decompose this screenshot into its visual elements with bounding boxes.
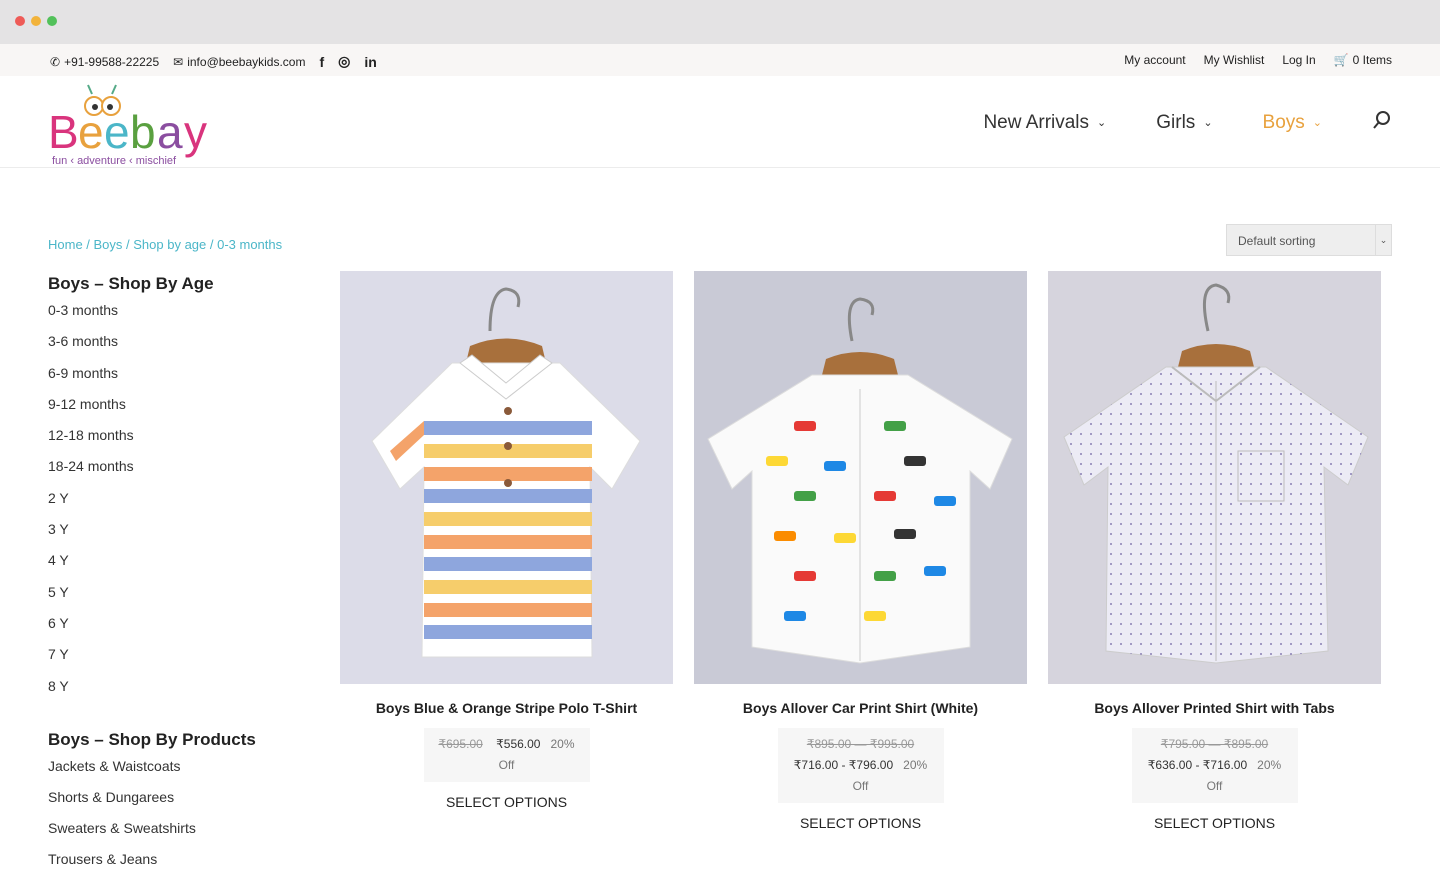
chevron-down-icon: ⌄	[1312, 116, 1322, 129]
sidebar-products: Boys – Shop By Products Jackets & Waistc…	[48, 730, 308, 880]
product-name[interactable]: Boys Allover Printed Shirt with Tabs	[1048, 700, 1381, 716]
discount-label: Off	[498, 758, 515, 772]
product-name[interactable]: Boys Blue & Orange Stripe Polo T-Shirt	[340, 700, 673, 716]
old-price-range: ₹895.00 — ₹995.00	[806, 737, 915, 751]
old-price-range: ₹795.00 — ₹895.00	[1160, 737, 1269, 751]
product-category-list: Jackets & Waistcoats Shorts & Dungarees Sw…	[48, 756, 308, 880]
sale-price-range: ₹716.00 - ₹796.00	[793, 758, 894, 772]
sidebar-item-age[interactable]: 0-3 months	[48, 300, 308, 331]
chevron-down-icon: ⌄	[1375, 225, 1391, 255]
sidebar-item-age[interactable]: 8 Y	[48, 676, 308, 707]
sidebar-age: Boys – Shop By Age 0-3 months 3-6 months 6…	[48, 274, 308, 707]
email-contact[interactable]: ✉ info@beebaykids.com	[173, 55, 305, 69]
sidebar-item-age[interactable]: 6 Y	[48, 613, 308, 644]
maximize-window-dot[interactable]	[47, 16, 57, 26]
nav-label: Boys	[1262, 112, 1305, 133]
product-image[interactable]	[694, 271, 1027, 684]
sidebar-item-age[interactable]: 9-12 months	[48, 394, 308, 425]
sidebar-item-age[interactable]: 12-18 months	[48, 425, 308, 456]
envelope-icon: ✉	[173, 54, 184, 69]
product-image[interactable]	[1048, 271, 1381, 684]
sidebar-item-age[interactable]: 3 Y	[48, 519, 308, 550]
browser-chrome	[0, 0, 1440, 44]
product-card[interactable]: Boys Blue & Orange Stripe Polo T-Shirt ₹…	[340, 271, 673, 810]
phone-number: +91-99588-22225	[64, 54, 160, 69]
cart-icon: 🛒	[1333, 53, 1349, 67]
facebook-icon[interactable]: f	[319, 54, 324, 70]
main-nav: New Arrivals ⌄ Girls ⌄ Boys ⌄	[983, 110, 1392, 136]
sidebar-item-product[interactable]: Jackets & Waistcoats	[48, 756, 308, 787]
discount-percent: 20%	[550, 737, 575, 751]
discount-percent: 20%	[1257, 758, 1282, 772]
old-price: ₹695.00	[438, 737, 483, 751]
product-card[interactable]: Boys Allover Car Print Shirt (White) ₹89…	[694, 271, 1027, 831]
svg-text:b: b	[130, 106, 156, 158]
svg-text:B: B	[48, 106, 79, 158]
minimize-window-dot[interactable]	[31, 16, 41, 26]
nav-label: Girls	[1156, 112, 1196, 133]
svg-text:a: a	[157, 106, 183, 158]
sidebar-item-age[interactable]: 7 Y	[48, 644, 308, 675]
top-bar: ✆ +91-99588-22225 ✉ info@beebaykids.com …	[0, 44, 1440, 76]
site-header: B e e b a y fun ‹ adventure ‹ mischief N…	[0, 76, 1440, 168]
linkedin-icon[interactable]: in	[364, 54, 376, 70]
sidebar-item-age[interactable]: 5 Y	[48, 582, 308, 613]
product-image[interactable]	[340, 271, 673, 684]
search-icon[interactable]	[1372, 110, 1392, 136]
sale-price: ₹556.00	[496, 737, 541, 751]
chevron-down-icon: ⌄	[1203, 116, 1213, 129]
select-options-button[interactable]: SELECT OPTIONS	[694, 815, 1027, 831]
cart-count: 0 Items	[1352, 53, 1392, 67]
instagram-icon[interactable]: ◎	[338, 53, 350, 70]
sidebar-age-title: Boys – Shop By Age	[48, 274, 214, 293]
sorting-select[interactable]: Default sorting ⌄	[1226, 224, 1392, 256]
discount-percent: 20%	[903, 758, 928, 772]
cart-link[interactable]: 🛒 0 Items	[1334, 53, 1392, 67]
discount-label: Off	[852, 779, 869, 793]
product-price: ₹695.00 ₹556.00 20% Off	[423, 728, 590, 782]
my-wishlist-link[interactable]: My Wishlist	[1204, 53, 1265, 67]
beebay-logo[interactable]: B e e b a y fun ‹ adventure ‹ mischief	[48, 80, 228, 167]
sidebar-item-age[interactable]: 4 Y	[48, 550, 308, 581]
phone-contact[interactable]: ✆ +91-99588-22225	[50, 55, 159, 69]
nav-new-arrivals[interactable]: New Arrivals ⌄	[983, 112, 1106, 134]
sidebar-item-age[interactable]: 2 Y	[48, 488, 308, 519]
svg-text:e: e	[78, 106, 104, 158]
age-list: 0-3 months 3-6 months 6-9 months 9-12 month…	[48, 300, 308, 707]
phone-icon: ✆	[50, 54, 61, 69]
sidebar-item-age[interactable]: 3-6 months	[48, 331, 308, 362]
breadcrumb[interactable]: Home / Boys / Shop by age / 0-3 months	[48, 237, 282, 252]
sale-price-range: ₹636.00 - ₹716.00	[1147, 758, 1248, 772]
product-name[interactable]: Boys Allover Car Print Shirt (White)	[694, 700, 1027, 716]
sidebar-item-product[interactable]: Shorts & Dungarees	[48, 787, 308, 818]
email-address: info@beebaykids.com	[187, 54, 306, 69]
sorting-selected: Default sorting	[1238, 234, 1316, 248]
product-card[interactable]: Boys Allover Printed Shirt with Tabs ₹79…	[1048, 271, 1381, 831]
sidebar-item-product[interactable]: Sweaters & Sweatshirts	[48, 818, 308, 849]
sidebar-products-title: Boys – Shop By Products	[48, 730, 256, 749]
close-window-dot[interactable]	[15, 16, 25, 26]
my-account-link[interactable]: My account	[1124, 53, 1185, 67]
select-options-button[interactable]: SELECT OPTIONS	[1048, 815, 1381, 831]
discount-label: Off	[1206, 779, 1223, 793]
svg-text:fun ‹ adventure ‹ mischief: fun ‹ adventure ‹ mischief	[52, 155, 177, 166]
chevron-down-icon: ⌄	[1097, 116, 1107, 129]
nav-boys[interactable]: Boys ⌄	[1263, 112, 1322, 134]
nav-label: New Arrivals	[983, 112, 1090, 133]
sidebar-item-age[interactable]: 18-24 months	[48, 456, 308, 487]
login-link[interactable]: Log In	[1282, 53, 1315, 67]
select-options-button[interactable]: SELECT OPTIONS	[340, 794, 673, 810]
sidebar-item-product[interactable]: Trousers & Jeans	[48, 849, 308, 880]
svg-text:e: e	[104, 106, 130, 158]
svg-text:y: y	[184, 106, 207, 158]
product-price: ₹895.00 — ₹995.00 ₹716.00 - ₹796.00 20% …	[777, 728, 944, 803]
sidebar-item-age[interactable]: 6-9 months	[48, 363, 308, 394]
nav-girls[interactable]: Girls ⌄	[1156, 112, 1212, 134]
product-price: ₹795.00 — ₹895.00 ₹636.00 - ₹716.00 20% …	[1131, 728, 1298, 803]
